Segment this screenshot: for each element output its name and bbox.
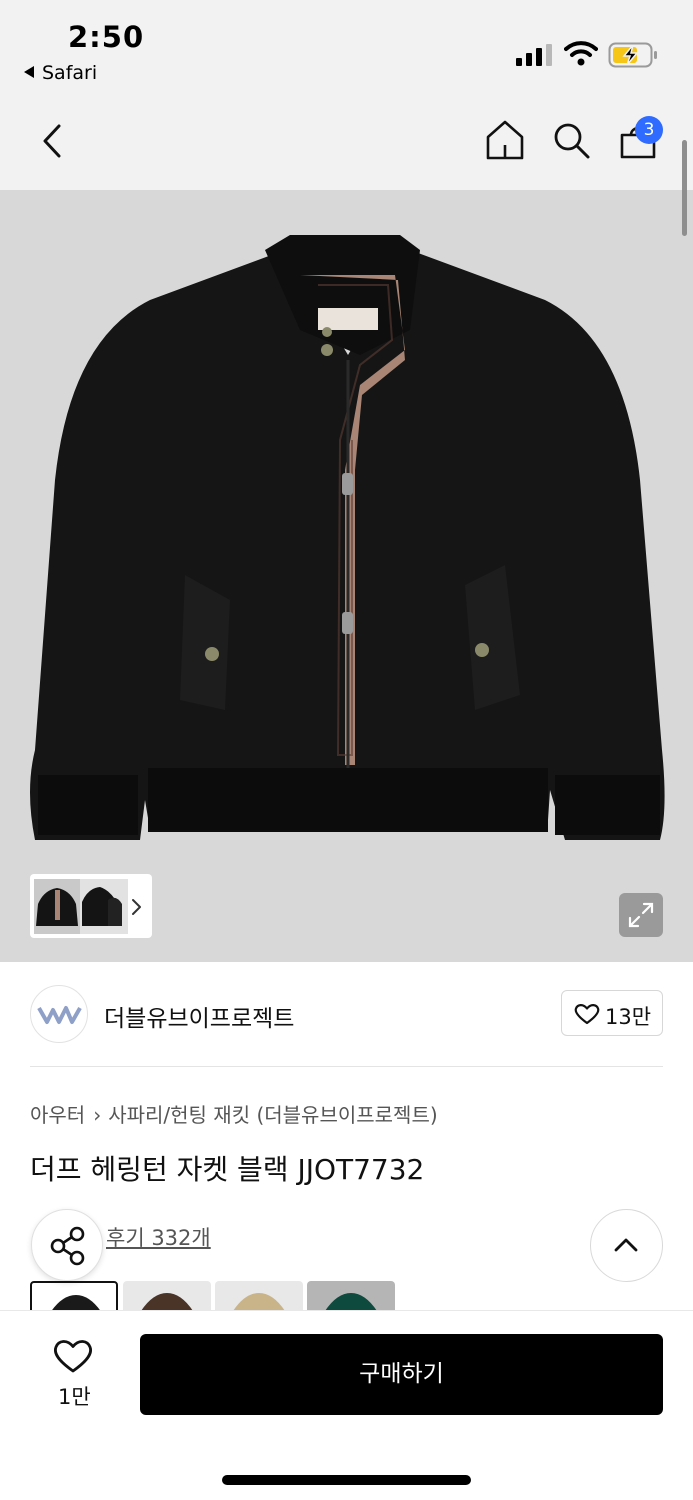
brand-logo[interactable] xyxy=(30,985,88,1043)
wifi-icon xyxy=(564,41,598,66)
back-app-label: Safari xyxy=(42,62,98,84)
wishlist-heart-icon[interactable] xyxy=(53,1338,93,1374)
breadcrumb: 아우터 › 사파리/헌팅 재킷 (더블유브이프로젝트) xyxy=(30,1099,438,1128)
status-bar: 2:50 Safari xyxy=(0,0,693,100)
search-icon[interactable] xyxy=(551,120,591,160)
brand-logo-mark xyxy=(37,1006,82,1024)
expand-image-button[interactable] xyxy=(619,893,663,937)
thumbnail-next-chevron-icon[interactable] xyxy=(130,898,142,916)
home-indicator[interactable] xyxy=(222,1475,471,1485)
brand-like-count: 13만 xyxy=(605,1005,652,1029)
brand-divider xyxy=(30,1066,663,1067)
cellular-signal-icon xyxy=(516,44,552,66)
buy-button[interactable]: 구매하기 xyxy=(140,1334,663,1415)
brand-name[interactable]: 더블유브이프로젝트 xyxy=(104,999,294,1033)
heart-outline-icon xyxy=(574,1004,600,1025)
cart-count-badge: 3 xyxy=(635,116,663,144)
wishlist-count: 1만 xyxy=(58,1385,91,1409)
home-icon[interactable] xyxy=(485,118,525,162)
color-swatch-green[interactable] xyxy=(307,1281,395,1311)
color-swatch-list xyxy=(30,1281,410,1311)
chevron-up-icon xyxy=(614,1238,638,1252)
scrollbar[interactable] xyxy=(682,140,687,236)
color-swatch-black[interactable] xyxy=(30,1281,118,1311)
breadcrumb-category[interactable]: 아우터 xyxy=(30,1103,85,1127)
status-time: 2:50 xyxy=(68,20,145,54)
product-image[interactable] xyxy=(0,190,693,962)
share-icon xyxy=(50,1226,85,1266)
expand-icon xyxy=(628,902,654,928)
color-swatch-brown[interactable] xyxy=(123,1281,211,1311)
back-to-app-link[interactable]: Safari xyxy=(24,62,97,84)
back-chevron-icon[interactable] xyxy=(40,122,64,160)
image-thumbnail-strip[interactable] xyxy=(30,874,152,938)
breadcrumb-subcategory[interactable]: 사파리/헌팅 재킷 (더블유브이프로젝트) xyxy=(108,1103,437,1127)
battery-charging-icon xyxy=(608,42,657,68)
jacket-illustration xyxy=(30,235,665,840)
breadcrumb-chevron-icon: › xyxy=(93,1103,102,1127)
share-button[interactable] xyxy=(31,1209,103,1281)
brand-like-button[interactable]: 13만 xyxy=(561,990,663,1036)
color-swatch-beige[interactable] xyxy=(215,1281,303,1311)
review-link[interactable]: 후기 332개 xyxy=(106,1222,211,1252)
product-title: 더프 헤링턴 자켓 블랙 JJOT7732 xyxy=(30,1153,425,1186)
scroll-to-top-button[interactable] xyxy=(590,1209,663,1282)
back-triangle-icon xyxy=(24,66,34,78)
